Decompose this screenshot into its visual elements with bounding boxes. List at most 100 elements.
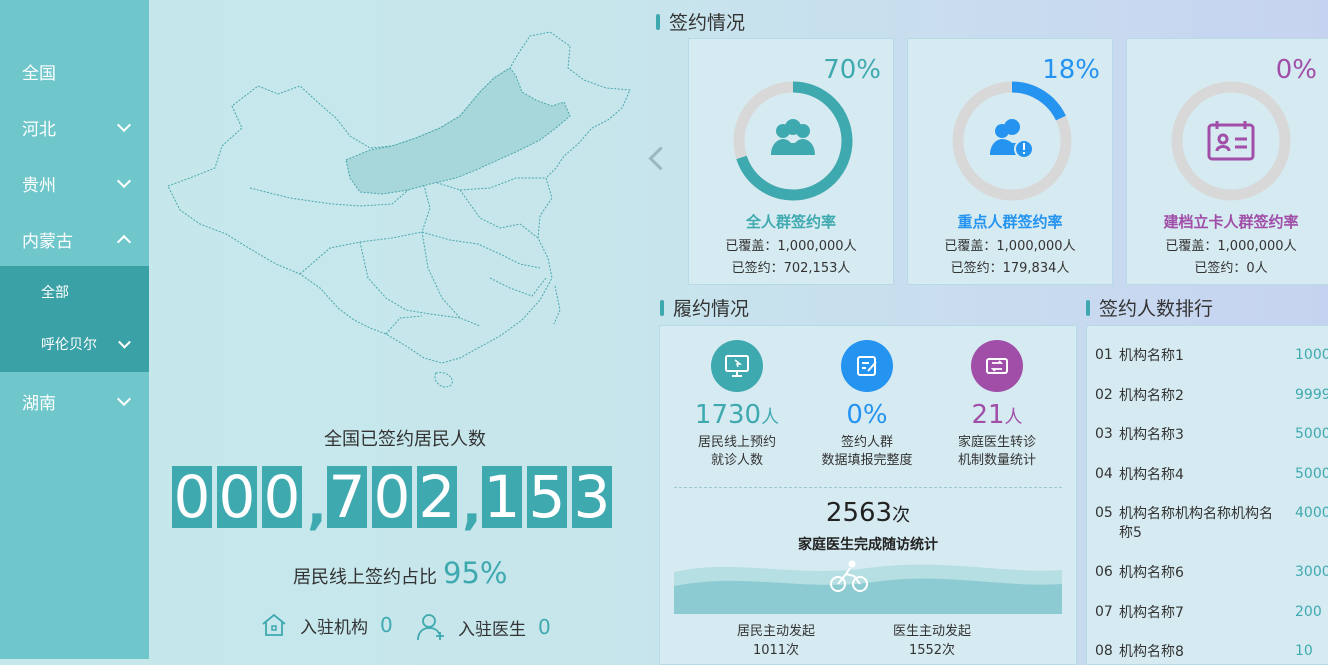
sidebar-item-inner-mongolia[interactable]: 内蒙古 (0, 211, 149, 267)
counter-digit: 0 (172, 463, 212, 531)
chevron-down-icon (116, 117, 132, 133)
sidebar-subitem-label: 呼伦贝尔 (41, 337, 97, 353)
progress-ring (1171, 81, 1291, 201)
edit-icon (857, 356, 877, 376)
perf-unit: 人 (1004, 407, 1023, 428)
counter-digit: 0 (217, 463, 257, 531)
group-icon (771, 119, 815, 155)
total-signed-counter: 0 0 0 , 7 0 2 , 1 5 3 (172, 462, 617, 536)
ranking-row[interactable]: 06 机构名称6 3000 (1095, 564, 1328, 583)
card-signed: 已签约：702,153人 (731, 261, 851, 276)
doctor-initiated-label: 医生主动发起 (892, 624, 971, 639)
perf-value: 1730 (694, 400, 762, 430)
followup-value: 2563 (825, 498, 893, 528)
sidebar-subitem-all[interactable]: 全部 (0, 266, 149, 318)
ranking-row[interactable]: 05 机构名称机构名称机构名称5 4000 (1095, 505, 1328, 543)
rank-name: 机构名称2 (1119, 388, 1184, 404)
counter-digit: 7 (327, 463, 367, 531)
perf-value: 0% (846, 400, 888, 430)
counter-separator: , (307, 476, 327, 536)
id-card-icon (1207, 121, 1255, 161)
ranking-title: 签约人数排行 (1099, 298, 1214, 320)
perf-online-appointments: 1730人 居民线上预约 就诊人数 (672, 340, 802, 470)
sidebar-subitem-label: 全部 (41, 285, 69, 301)
rank-value: 4000 (1295, 505, 1328, 521)
sidebar-subitem-hulunbuir[interactable]: 呼伦贝尔 (0, 318, 149, 370)
sidebar-item-label: 内蒙古 (22, 231, 73, 252)
sidebar-item-national[interactable]: 全国 (0, 43, 149, 99)
card-signed: 已签约：179,834人 (950, 261, 1070, 276)
chevron-down-icon (118, 335, 131, 349)
counter-separator: , (462, 476, 482, 536)
institutions-value: 0 (380, 613, 393, 637)
online-ratio-label: 居民线上签约占比 (293, 567, 437, 588)
prev-arrow-icon[interactable] (648, 146, 673, 171)
rank-number: 05 (1095, 505, 1113, 521)
ranking-row[interactable]: 02 机构名称2 9999 (1095, 387, 1328, 406)
rank-number: 01 (1095, 347, 1113, 363)
counter-digit: 3 (572, 463, 612, 531)
rank-number: 07 (1095, 604, 1113, 620)
progress-ring (952, 81, 1072, 201)
doctors-label: 入驻医生 (458, 619, 526, 640)
ranking-row[interactable]: 03 机构名称3 5000 (1095, 426, 1328, 445)
rank-name: 机构名称1 (1119, 348, 1184, 364)
rank-value: 10 (1295, 643, 1313, 659)
sidebar-item-label: 贵州 (22, 175, 56, 196)
rank-name: 机构名称机构名称机构名称5 (1119, 506, 1273, 541)
sidebar-item-hunan[interactable]: 湖南 (0, 373, 149, 429)
counter-digit: 1 (482, 463, 522, 531)
rank-number: 06 (1095, 564, 1113, 580)
ranking-panel: 01 机构名称1 1000 02 机构名称2 9999 03 机构名称3 5000 04 机构… (1086, 325, 1328, 665)
ranking-row[interactable]: 07 机构名称7 200 (1095, 604, 1328, 623)
chevron-up-icon (116, 234, 132, 250)
institutions-label: 入驻机构 (300, 617, 368, 638)
rank-value: 5000 (1295, 466, 1328, 482)
house-icon (262, 613, 286, 636)
perf-desc-line: 家庭医生转诊 (957, 435, 1036, 450)
counter-digit: 2 (417, 463, 457, 531)
resident-initiated: 居民主动发起 1011次 (716, 622, 836, 660)
total-signed-title: 全国已签约居民人数 (324, 429, 486, 450)
rank-number: 02 (1095, 387, 1113, 403)
perf-value: 21 (971, 400, 1005, 430)
card-covered: 已覆盖：1,000,000人 (725, 239, 857, 254)
signing-card-all: 70% 全人群签约率 已覆盖：1,000,000人 已签约：702,153人 (688, 38, 894, 285)
performance-panel: 1730人 居民线上预约 就诊人数 0% 签约人群 数据填报完整度 21人 家庭医生… (659, 325, 1077, 665)
card-caption: 全人群签约率 (745, 213, 836, 231)
perf-unit: 人 (761, 407, 780, 428)
rank-name: 机构名称4 (1119, 467, 1184, 483)
followup-label: 家庭医生完成随访统计 (798, 537, 938, 553)
china-map[interactable] (160, 28, 640, 408)
sidebar-item-guizhou[interactable]: 贵州 (0, 155, 149, 211)
chevron-down-icon (116, 173, 132, 189)
ranking-row[interactable]: 04 机构名称4 5000 (1095, 466, 1328, 485)
ranking-row[interactable]: 01 机构名称1 1000 (1095, 347, 1328, 366)
signing-card-key: 18% 重点人群签约率 已覆盖：1,000,000人 已签约：179,834人 (907, 38, 1113, 285)
perf-desc-line: 数据填报完整度 (821, 453, 913, 468)
sidebar-item-label: 湖南 (22, 393, 56, 414)
sidebar-submenu: 全部 呼伦贝尔 (0, 266, 149, 372)
perf-icon-circle (971, 340, 1023, 392)
rank-number: 03 (1095, 426, 1113, 442)
perf-desc-line: 机制数量统计 (957, 453, 1036, 468)
doctor-initiated: 医生主动发起 1552次 (872, 622, 992, 660)
resident-initiated-label: 居民主动发起 (736, 624, 815, 639)
divider (674, 487, 1062, 488)
sidebar-item-hebei[interactable]: 河北 (0, 99, 149, 155)
sidebar-item-label: 全国 (22, 63, 56, 84)
online-ratio-value: 95% (443, 556, 508, 590)
perf-data-completeness: 0% 签约人群数据填报完整度 (802, 340, 932, 470)
doctors-stat: 入驻医生 0 (416, 612, 551, 642)
doctors-value: 0 (538, 615, 551, 639)
counter-digit: 5 (527, 463, 567, 531)
section-marker (660, 299, 664, 316)
perf-desc-line: 签约人群 (840, 435, 893, 450)
card-signed: 已签约：0人 (1194, 261, 1268, 276)
sidebar: 全国 河北 贵州 内蒙古 全部 呼伦贝尔 湖南 (0, 0, 149, 659)
perf-referrals: 21人 家庭医生转诊 机制数量统计 (932, 340, 1062, 470)
rank-value: 9999 (1295, 387, 1328, 403)
chevron-down-icon (116, 391, 132, 407)
rank-name: 机构名称7 (1119, 605, 1184, 621)
ranking-row[interactable]: 08 机构名称8 10 (1095, 643, 1328, 662)
